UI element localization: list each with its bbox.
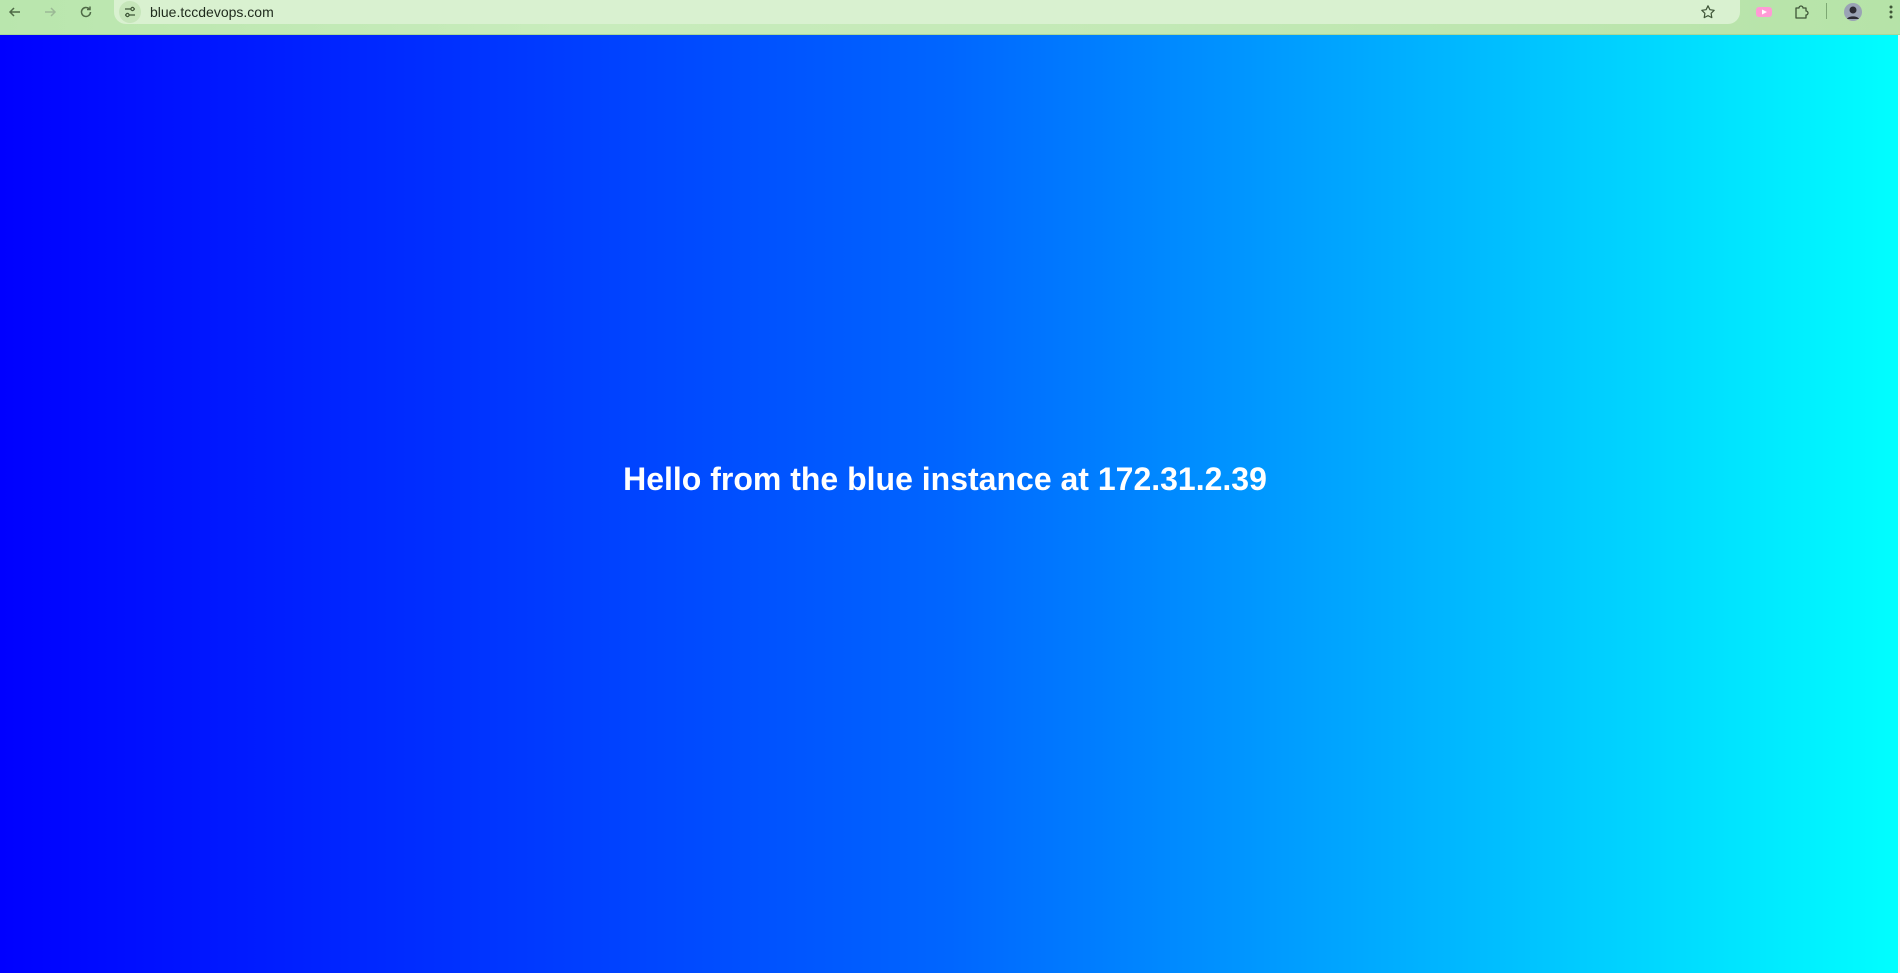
browser-toolbar: blue.tccdevops.com bbox=[0, 0, 1900, 35]
back-button[interactable] bbox=[0, 0, 30, 24]
avatar-icon bbox=[1844, 3, 1862, 21]
pink-extension-icon bbox=[1756, 7, 1772, 17]
forward-arrow-icon bbox=[45, 7, 57, 17]
url-text[interactable]: blue.tccdevops.com bbox=[150, 4, 274, 20]
profile-button[interactable] bbox=[1841, 1, 1865, 23]
extensions-menu-button[interactable] bbox=[1789, 1, 1813, 23]
browser-menu-button[interactable] bbox=[1882, 1, 1900, 23]
page-content bbox=[0, 35, 1900, 973]
reload-button[interactable] bbox=[71, 0, 101, 24]
kebab-menu-icon bbox=[1889, 5, 1893, 19]
forward-button[interactable] bbox=[35, 0, 65, 24]
address-bar[interactable]: blue.tccdevops.com bbox=[114, 0, 1740, 24]
reload-icon bbox=[80, 6, 92, 18]
hello-message: Hello from the blue instance at 172.31.2… bbox=[623, 461, 1267, 497]
site-info-button[interactable] bbox=[119, 1, 141, 23]
toolbar-divider bbox=[1826, 3, 1827, 19]
back-arrow-icon bbox=[8, 7, 20, 17]
puzzle-icon bbox=[1795, 5, 1809, 19]
extension-button[interactable] bbox=[1752, 1, 1776, 23]
site-settings-icon bbox=[125, 6, 135, 18]
bookmark-button[interactable] bbox=[1698, 2, 1718, 22]
star-icon bbox=[1701, 5, 1715, 19]
